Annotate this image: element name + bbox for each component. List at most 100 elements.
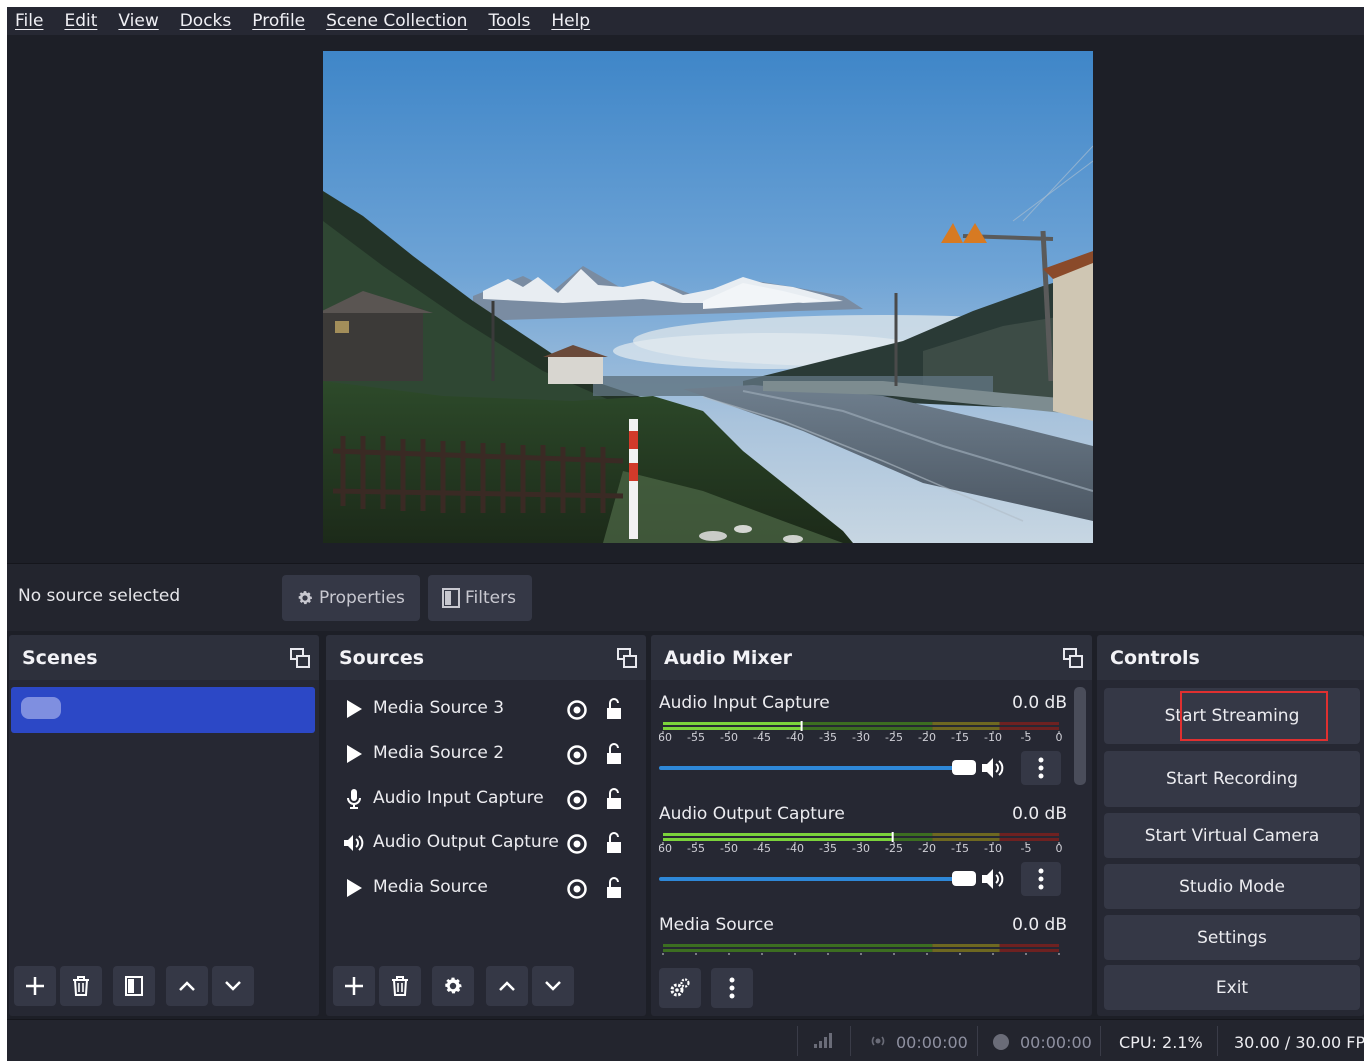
status-divider bbox=[797, 1026, 798, 1056]
chevron-down-icon bbox=[225, 981, 241, 991]
scenes-title: Scenes bbox=[22, 646, 98, 669]
source-item[interactable]: Media Source 2 bbox=[326, 732, 646, 776]
scene-name-redacted bbox=[21, 697, 61, 719]
filter-icon bbox=[125, 976, 143, 996]
speaker-mute-icon[interactable] bbox=[981, 867, 1007, 891]
play-icon bbox=[343, 876, 365, 900]
microphone-icon bbox=[343, 787, 365, 811]
add-scene-button[interactable] bbox=[14, 966, 56, 1006]
meter-tick-label: -60 bbox=[659, 842, 672, 852]
controls-header: Controls bbox=[1097, 635, 1364, 680]
meter-tick-label: -10 bbox=[984, 842, 1002, 852]
gears-icon bbox=[670, 978, 690, 997]
controls-dock: Controls Start Streaming Start Recording… bbox=[1097, 635, 1364, 1016]
meter-tick-label: -55 bbox=[687, 953, 705, 955]
undock-icon[interactable] bbox=[616, 647, 638, 669]
undock-icon[interactable] bbox=[1062, 647, 1084, 669]
volume-slider-handle[interactable] bbox=[952, 760, 976, 775]
visibility-eye-icon[interactable] bbox=[566, 744, 588, 766]
mixer-menu-button[interactable] bbox=[711, 968, 753, 1008]
scene-filters-button[interactable] bbox=[113, 966, 155, 1006]
source-name: Media Source 3 bbox=[373, 698, 505, 718]
menu-file[interactable]: File bbox=[15, 11, 43, 31]
channel-db: 0.0 dB bbox=[1012, 804, 1067, 824]
volume-control bbox=[659, 751, 1067, 785]
menu-edit[interactable]: Edit bbox=[64, 11, 97, 31]
lock-icon[interactable] bbox=[605, 697, 623, 721]
volume-control bbox=[659, 862, 1067, 896]
meter-tick-label: -40 bbox=[786, 953, 804, 955]
exit-button[interactable]: Exit bbox=[1104, 965, 1360, 1010]
gear-icon bbox=[445, 977, 462, 994]
visibility-eye-icon[interactable] bbox=[566, 789, 588, 811]
remove-scene-button[interactable] bbox=[60, 966, 102, 1006]
meter-tick-label: -30 bbox=[852, 731, 870, 741]
advanced-audio-properties-button[interactable] bbox=[659, 968, 701, 1008]
kebab-menu-icon bbox=[729, 977, 735, 999]
undock-icon[interactable] bbox=[289, 647, 311, 669]
settings-button[interactable]: Settings bbox=[1104, 915, 1360, 960]
menu-help[interactable]: Help bbox=[551, 11, 590, 31]
volume-slider-handle[interactable] bbox=[952, 871, 976, 886]
source-item[interactable]: Media Source bbox=[326, 866, 646, 910]
meter-tick-label: -60 bbox=[659, 953, 672, 955]
channel-db: 0.0 dB bbox=[1012, 693, 1067, 713]
meter-tick-label: -30 bbox=[852, 953, 870, 955]
properties-button[interactable]: Properties bbox=[282, 575, 420, 621]
lock-icon[interactable] bbox=[605, 876, 623, 900]
meter-tick-label: -45 bbox=[753, 953, 771, 955]
chevron-up-icon bbox=[499, 981, 515, 991]
menu-view[interactable]: View bbox=[118, 11, 158, 31]
menu-tools[interactable]: Tools bbox=[488, 11, 530, 31]
studio-mode-button[interactable]: Studio Mode bbox=[1104, 864, 1360, 909]
channel-menu-button[interactable] bbox=[1021, 751, 1061, 785]
source-item[interactable]: Audio Input Capture bbox=[326, 777, 646, 821]
mixer-scrollbar[interactable] bbox=[1074, 687, 1086, 785]
menu-scene-collection[interactable]: Scene Collection bbox=[326, 11, 467, 31]
mixer-header: Audio Mixer bbox=[651, 635, 1092, 680]
meter-tick-label: -15 bbox=[951, 842, 969, 852]
visibility-eye-icon[interactable] bbox=[566, 878, 588, 900]
start-recording-button[interactable]: Start Recording bbox=[1104, 751, 1360, 807]
source-properties-button[interactable] bbox=[432, 966, 474, 1006]
filter-icon bbox=[442, 588, 460, 608]
source-item[interactable]: Audio Output Capture bbox=[326, 821, 646, 865]
move-source-up-button[interactable] bbox=[486, 966, 528, 1006]
volume-slider[interactable] bbox=[659, 766, 955, 770]
lock-icon[interactable] bbox=[605, 831, 623, 855]
move-scene-up-button[interactable] bbox=[166, 966, 208, 1006]
meter-tick-label: -5 bbox=[1021, 953, 1032, 955]
source-name: Audio Input Capture bbox=[373, 788, 544, 808]
source-item[interactable]: Media Source 3 bbox=[326, 687, 646, 731]
remove-source-button[interactable] bbox=[379, 966, 421, 1006]
scene-item-selected[interactable] bbox=[11, 687, 315, 733]
menu-profile[interactable]: Profile bbox=[252, 11, 305, 31]
menu-docks[interactable]: Docks bbox=[180, 11, 232, 31]
visibility-eye-icon[interactable] bbox=[566, 833, 588, 855]
preview-landscape-image bbox=[323, 51, 1093, 543]
meter-tick-label: -10 bbox=[984, 953, 1002, 955]
preview-area[interactable] bbox=[7, 35, 1364, 565]
lock-icon[interactable] bbox=[605, 742, 623, 766]
visibility-eye-icon[interactable] bbox=[566, 699, 588, 721]
status-bar: 00:00:00 00:00:00 CPU: 2.1% 30.00 / 30.0… bbox=[7, 1019, 1364, 1061]
speaker-mute-icon[interactable] bbox=[981, 756, 1007, 780]
add-source-button[interactable] bbox=[333, 966, 375, 1006]
record-dot-icon bbox=[992, 1033, 1010, 1055]
preview-canvas[interactable] bbox=[323, 51, 1093, 543]
meter-tick-label: 0 bbox=[1056, 953, 1063, 955]
meter-tick-label: -35 bbox=[819, 842, 837, 852]
filters-button[interactable]: Filters bbox=[428, 575, 532, 621]
meter-tick-label: -5 bbox=[1021, 842, 1032, 852]
channel-name: Media Source bbox=[659, 915, 774, 935]
sources-title: Sources bbox=[339, 646, 425, 669]
move-source-down-button[interactable] bbox=[532, 966, 574, 1006]
volume-slider[interactable] bbox=[659, 877, 955, 881]
no-source-label: No source selected bbox=[18, 586, 181, 606]
channel-menu-button[interactable] bbox=[1021, 862, 1061, 896]
meter-tick-label: -25 bbox=[885, 953, 903, 955]
start-virtual-camera-button[interactable]: Start Virtual Camera bbox=[1104, 813, 1360, 858]
meter-tick-label: -45 bbox=[753, 842, 771, 852]
lock-icon[interactable] bbox=[605, 787, 623, 811]
move-scene-down-button[interactable] bbox=[212, 966, 254, 1006]
